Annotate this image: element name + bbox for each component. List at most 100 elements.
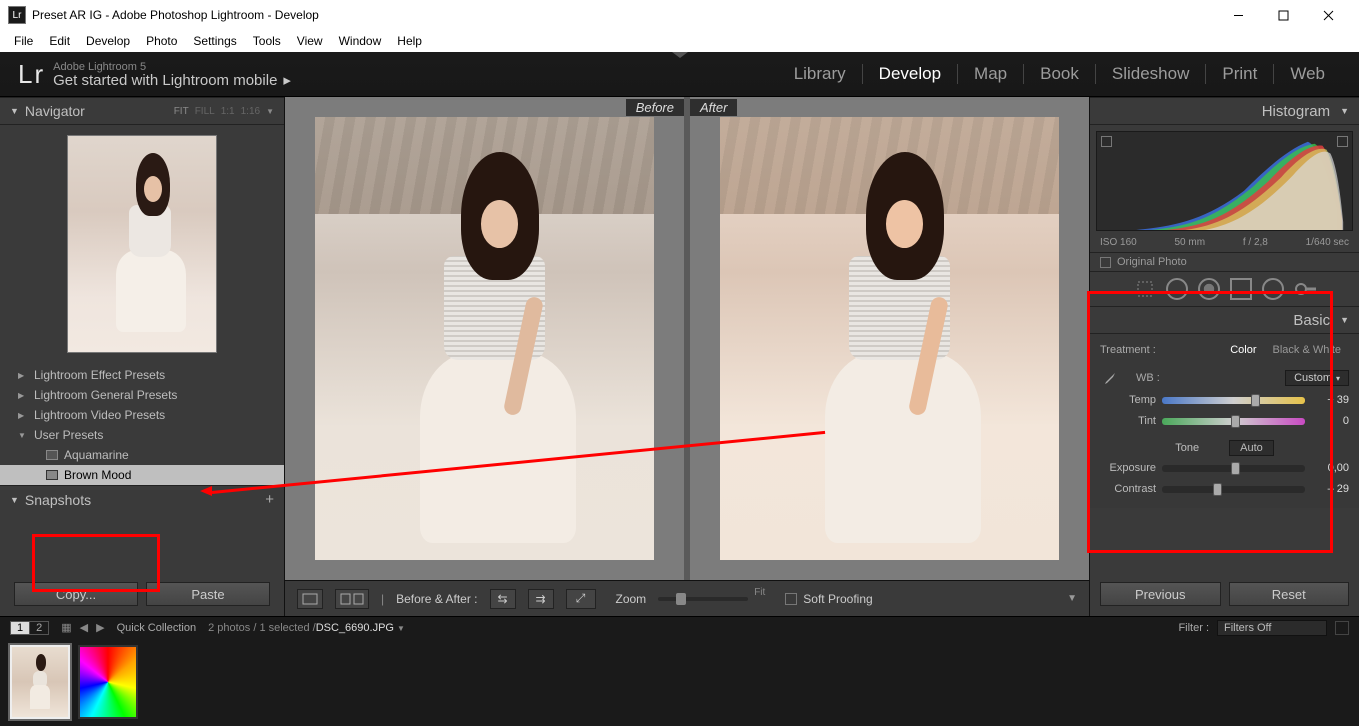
exposure-value[interactable]: 0,00 xyxy=(1311,462,1349,474)
toolbar-menu-icon[interactable]: ▼ xyxy=(1067,593,1077,604)
previous-reset-row: Previous Reset xyxy=(1090,572,1359,616)
module-develop[interactable]: Develop xyxy=(863,64,957,84)
contrast-slider[interactable] xyxy=(1162,486,1305,493)
nav-mode-menu-icon[interactable]: ▼ xyxy=(266,107,274,116)
histogram[interactable] xyxy=(1096,131,1353,231)
maximize-button[interactable] xyxy=(1261,0,1306,30)
menu-tools[interactable]: Tools xyxy=(245,32,289,50)
preset-item-selected[interactable]: Brown Mood xyxy=(0,465,284,485)
nav-prev-icon[interactable]: ◀ xyxy=(80,621,88,634)
redeye-tool-icon[interactable] xyxy=(1198,278,1220,300)
module-map[interactable]: Map xyxy=(958,64,1023,84)
filmstrip-thumb[interactable] xyxy=(78,645,138,719)
histogram-panel-header[interactable]: Histogram ▼ xyxy=(1090,97,1359,125)
spot-removal-tool-icon[interactable] xyxy=(1166,278,1188,300)
treatment-bw[interactable]: Black & White xyxy=(1265,344,1349,356)
after-image[interactable] xyxy=(720,117,1059,560)
nav-mode-1-1[interactable]: 1:1 xyxy=(221,106,235,117)
minimize-button[interactable] xyxy=(1216,0,1261,30)
filmstrip-thumb-selected[interactable] xyxy=(10,645,70,719)
wb-eyedropper-icon[interactable] xyxy=(1100,368,1120,388)
window-title: Preset AR IG - Adobe Photoshop Lightroom… xyxy=(32,8,319,22)
adjustment-brush-icon[interactable] xyxy=(1294,278,1316,300)
nav-mode-ratio[interactable]: 1:16 xyxy=(241,106,260,117)
menu-settings[interactable]: Settings xyxy=(185,32,244,50)
menu-view[interactable]: View xyxy=(289,32,331,50)
menu-help[interactable]: Help xyxy=(389,32,430,50)
original-photo-checkbox[interactable] xyxy=(1100,257,1111,268)
auto-tone-button[interactable]: Auto xyxy=(1229,440,1274,456)
display-2[interactable]: 2 xyxy=(30,621,49,635)
menu-window[interactable]: Window xyxy=(331,32,390,50)
menu-file[interactable]: File xyxy=(6,32,41,50)
reset-button[interactable]: Reset xyxy=(1229,582,1350,606)
treatment-color[interactable]: Color xyxy=(1222,344,1264,356)
preset-folder-open[interactable]: ▼User Presets xyxy=(0,425,284,445)
preset-folder[interactable]: ▶Lightroom Effect Presets xyxy=(0,365,284,385)
menu-photo[interactable]: Photo xyxy=(138,32,185,50)
graduated-filter-icon[interactable] xyxy=(1230,278,1252,300)
menu-edit[interactable]: Edit xyxy=(41,32,78,50)
paste-button[interactable]: Paste xyxy=(146,582,270,606)
display-1[interactable]: 1 xyxy=(10,621,30,635)
module-bar: Lr Adobe Lightroom 5 Get started with Li… xyxy=(0,52,1359,97)
copy-button[interactable]: Copy... xyxy=(14,582,138,606)
navigator-preview[interactable] xyxy=(0,125,284,365)
copy-paste-row: Copy... Paste xyxy=(0,568,284,606)
swap-before-after-button[interactable]: ⇆ xyxy=(490,589,516,609)
loupe-view-button[interactable] xyxy=(297,589,323,609)
presets-list: ▶Lightroom Effect Presets ▶Lightroom Gen… xyxy=(0,365,284,485)
copy-before-button[interactable]: ⇉ xyxy=(528,589,554,609)
module-library[interactable]: Library xyxy=(778,64,862,84)
exposure-label: Exposure xyxy=(1100,462,1156,474)
navigator-panel-header[interactable]: ▼ Navigator FIT FILL 1:1 1:16 ▼ xyxy=(0,97,284,125)
menu-develop[interactable]: Develop xyxy=(78,32,138,50)
before-image[interactable] xyxy=(315,117,654,560)
soft-proofing-checkbox[interactable] xyxy=(785,593,797,605)
close-button[interactable] xyxy=(1306,0,1351,30)
lightroom-logo-icon: Lr xyxy=(18,59,43,90)
radial-filter-icon[interactable] xyxy=(1262,278,1284,300)
exposure-slider[interactable] xyxy=(1162,465,1305,472)
zoom-slider[interactable] xyxy=(658,597,748,601)
nav-mode-fill[interactable]: FILL xyxy=(195,106,215,117)
snapshots-panel-header[interactable]: ▼ Snapshots + xyxy=(0,485,284,513)
tint-value[interactable]: 0 xyxy=(1311,415,1349,427)
module-web[interactable]: Web xyxy=(1274,64,1341,84)
filter-select[interactable]: Filters Off xyxy=(1217,620,1327,636)
secondary-display-switch[interactable]: 1 2 xyxy=(10,621,49,635)
filmstrip[interactable] xyxy=(0,638,1359,726)
center-toolbar: | Before & After : ⇆ ⇉ ⤢ Zoom Fit Soft P… xyxy=(285,580,1089,616)
before-after-view-button[interactable] xyxy=(335,589,369,609)
histogram-metadata: ISO 160 50 mm f / 2,8 1/640 sec xyxy=(1090,237,1359,252)
wb-select[interactable]: Custom▾ xyxy=(1285,370,1349,386)
preset-folder[interactable]: ▶Lightroom Video Presets xyxy=(0,405,284,425)
contrast-label: Contrast xyxy=(1100,483,1156,495)
menu-bar: File Edit Develop Photo Settings Tools V… xyxy=(0,30,1359,52)
crop-tool-icon[interactable] xyxy=(1134,278,1156,300)
copy-after-button[interactable]: ⤢ xyxy=(566,589,596,609)
filter-lock-icon[interactable] xyxy=(1335,621,1349,635)
preset-item[interactable]: Aquamarine xyxy=(0,445,284,465)
tint-slider[interactable] xyxy=(1162,418,1305,425)
identity-plate[interactable]: Adobe Lightroom 5 Get started with Light… xyxy=(53,61,291,87)
preset-folder[interactable]: ▶Lightroom General Presets xyxy=(0,385,284,405)
module-slideshow[interactable]: Slideshow xyxy=(1096,64,1206,84)
temp-value[interactable]: + 39 xyxy=(1311,394,1349,406)
module-print[interactable]: Print xyxy=(1206,64,1273,84)
original-photo-row[interactable]: Original Photo xyxy=(1090,252,1359,272)
preset-icon xyxy=(46,470,58,480)
grid-view-icon[interactable]: ▦ xyxy=(61,621,71,634)
contrast-value[interactable]: – 29 xyxy=(1311,483,1349,495)
quick-collection-label[interactable]: Quick Collection xyxy=(117,622,196,634)
basic-panel-header[interactable]: Basic ▼ xyxy=(1090,306,1359,334)
add-snapshot-button[interactable]: + xyxy=(265,491,274,508)
temp-slider[interactable] xyxy=(1162,397,1305,404)
nav-next-icon[interactable]: ▶ xyxy=(96,621,104,634)
previous-button[interactable]: Previous xyxy=(1100,582,1221,606)
collapse-handle-icon[interactable] xyxy=(672,52,688,58)
module-book[interactable]: Book xyxy=(1024,64,1095,84)
zoom-label: Zoom xyxy=(616,592,647,606)
chevron-right-icon: ▶ xyxy=(18,411,28,420)
nav-mode-fit[interactable]: FIT xyxy=(174,106,189,117)
